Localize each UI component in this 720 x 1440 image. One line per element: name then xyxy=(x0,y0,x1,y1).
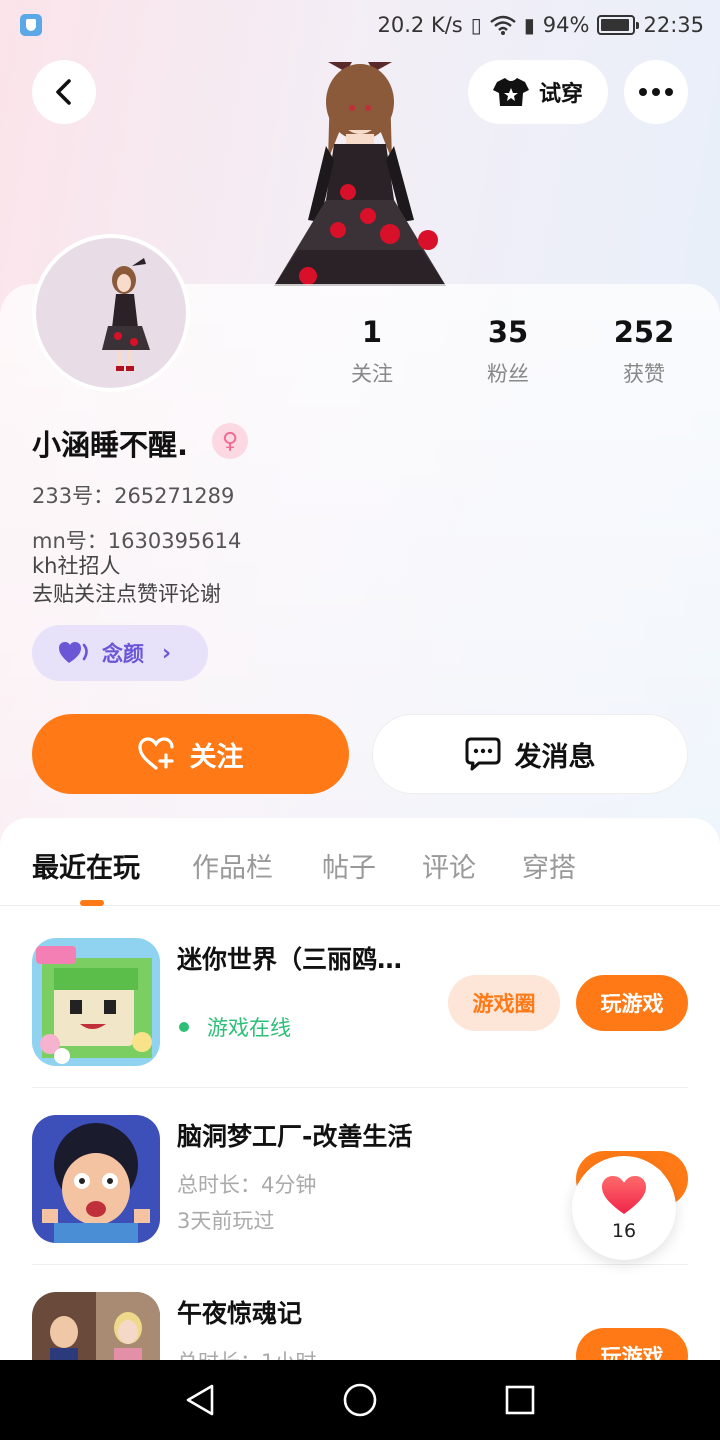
chat-bubble-icon xyxy=(465,737,500,771)
online-status-label: 游戏在线 xyxy=(207,1016,291,1040)
back-button[interactable] xyxy=(32,60,96,124)
game-title: 迷你世界（三丽鸥… xyxy=(177,945,403,974)
online-status: 游戏在线 xyxy=(177,1012,291,1042)
bio: kh社招人 去贴关注点赞评论谢 xyxy=(32,552,221,608)
stat-likes[interactable]: 252 获赞 xyxy=(584,312,704,388)
like-floating-button[interactable]: 16 xyxy=(572,1156,676,1260)
tab-posts[interactable]: 帖子 xyxy=(322,846,376,885)
game-title: 午夜惊魂记 xyxy=(177,1299,303,1328)
game-icon xyxy=(32,1292,160,1360)
user-id-mn: mn号：1630395614 xyxy=(32,529,242,553)
stat-fans[interactable]: 35 粉丝 xyxy=(448,312,568,388)
play-duration: 总时长：4分钟 xyxy=(177,1173,317,1197)
game-circle-button[interactable]: 游戏圈 xyxy=(448,975,560,1031)
online-dot-icon xyxy=(179,1022,189,1032)
play-game-button[interactable]: 玩游戏 xyxy=(576,1328,688,1360)
game-title: 脑洞梦工厂-改善生活 xyxy=(177,1122,413,1151)
game-row[interactable]: 午夜惊魂记 总时长：1小时 玩游戏 xyxy=(32,1292,688,1360)
profile-page: 20.2 K/s ▯ ▮ 94% 22:35 试穿 1 关注 35 粉丝 252… xyxy=(0,0,720,1360)
character-avatar-figure xyxy=(274,62,446,286)
battery-icon xyxy=(597,15,640,35)
likes-label: 获赞 xyxy=(623,362,665,386)
last-played: 3天前玩过 xyxy=(177,1209,275,1233)
sim-alert-icon: ▮ xyxy=(523,13,535,37)
nav-home-button[interactable] xyxy=(340,1380,380,1420)
username: 小涵睡不醒. xyxy=(32,428,189,462)
status-indicators: 20.2 K/s ▯ ▮ 94% 22:35 xyxy=(378,10,704,40)
game-icon xyxy=(32,938,160,1066)
message-label: 发消息 xyxy=(514,741,596,773)
chevron-right-icon: › xyxy=(162,640,172,666)
tab-comments[interactable]: 评论 xyxy=(422,846,476,885)
female-gender-icon: ♀ xyxy=(212,423,248,459)
chevron-left-icon xyxy=(56,79,71,105)
nav-recents-button[interactable] xyxy=(500,1380,540,1420)
more-icon xyxy=(639,88,673,96)
clock: 22:35 xyxy=(643,13,704,37)
follow-label: 关注 xyxy=(189,741,244,773)
fans-label: 粉丝 xyxy=(487,362,529,386)
avatar-image xyxy=(36,238,186,388)
vibrate-icon: ▯ xyxy=(470,13,482,37)
content-panel: 最近在玩 作品栏 帖子 评论 穿搭 迷你世界（三丽鸥… 游戏在线 游戏圈 玩游戏… xyxy=(0,818,720,1360)
fan-group-badge[interactable]: 念颜 › xyxy=(32,625,208,681)
bio-line: 去贴关注点赞评论谢 xyxy=(32,582,221,606)
heart-icon xyxy=(59,642,88,663)
game-row[interactable]: 迷你世界（三丽鸥… 游戏在线 游戏圈 玩游戏 xyxy=(32,938,688,1088)
game-icon xyxy=(32,1115,160,1243)
shield-app-icon xyxy=(20,14,42,36)
bio-line: kh社招人 xyxy=(32,554,121,578)
square-recents-icon xyxy=(505,1385,535,1415)
play-game-button[interactable]: 玩游戏 xyxy=(576,975,688,1031)
tab-indicator xyxy=(80,900,104,906)
battery-percent: 94% xyxy=(542,13,590,37)
network-speed: 20.2 K/s xyxy=(377,13,463,37)
following-count: 1 xyxy=(361,315,383,349)
triangle-back-icon xyxy=(186,1384,214,1416)
play-duration: 总时长：1小时 xyxy=(177,1346,316,1360)
system-nav-bar xyxy=(0,1360,720,1440)
circle-home-icon xyxy=(343,1383,377,1417)
tab-recently-played[interactable]: 最近在玩 xyxy=(32,846,140,885)
more-button[interactable] xyxy=(624,60,688,124)
wifi-icon xyxy=(489,15,516,35)
try-on-label: 试穿 xyxy=(538,82,583,107)
stat-following[interactable]: 1 关注 xyxy=(312,312,432,388)
try-on-button[interactable]: 试穿 xyxy=(468,60,608,124)
like-count: 16 xyxy=(611,1220,637,1242)
heart-plus-icon xyxy=(137,737,174,770)
user-id-233: 233号：265271289 xyxy=(32,484,235,508)
tab-bar: 最近在玩 作品栏 帖子 评论 穿搭 xyxy=(0,818,720,906)
message-button[interactable]: 发消息 xyxy=(372,714,688,794)
nav-back-button[interactable] xyxy=(180,1380,220,1420)
fan-badge-label: 念颜 xyxy=(102,642,144,666)
avatar[interactable] xyxy=(32,234,190,392)
heart-icon xyxy=(602,1176,646,1214)
fans-count: 35 xyxy=(487,315,529,349)
following-label: 关注 xyxy=(351,362,393,386)
tab-works[interactable]: 作品栏 xyxy=(192,846,273,885)
likes-count: 252 xyxy=(613,315,675,349)
follow-button[interactable]: 关注 xyxy=(32,714,349,794)
tab-outfits[interactable]: 穿搭 xyxy=(522,846,576,885)
tshirt-icon xyxy=(492,78,529,106)
status-bar: 20.2 K/s ▯ ▮ 94% 22:35 xyxy=(0,0,720,50)
